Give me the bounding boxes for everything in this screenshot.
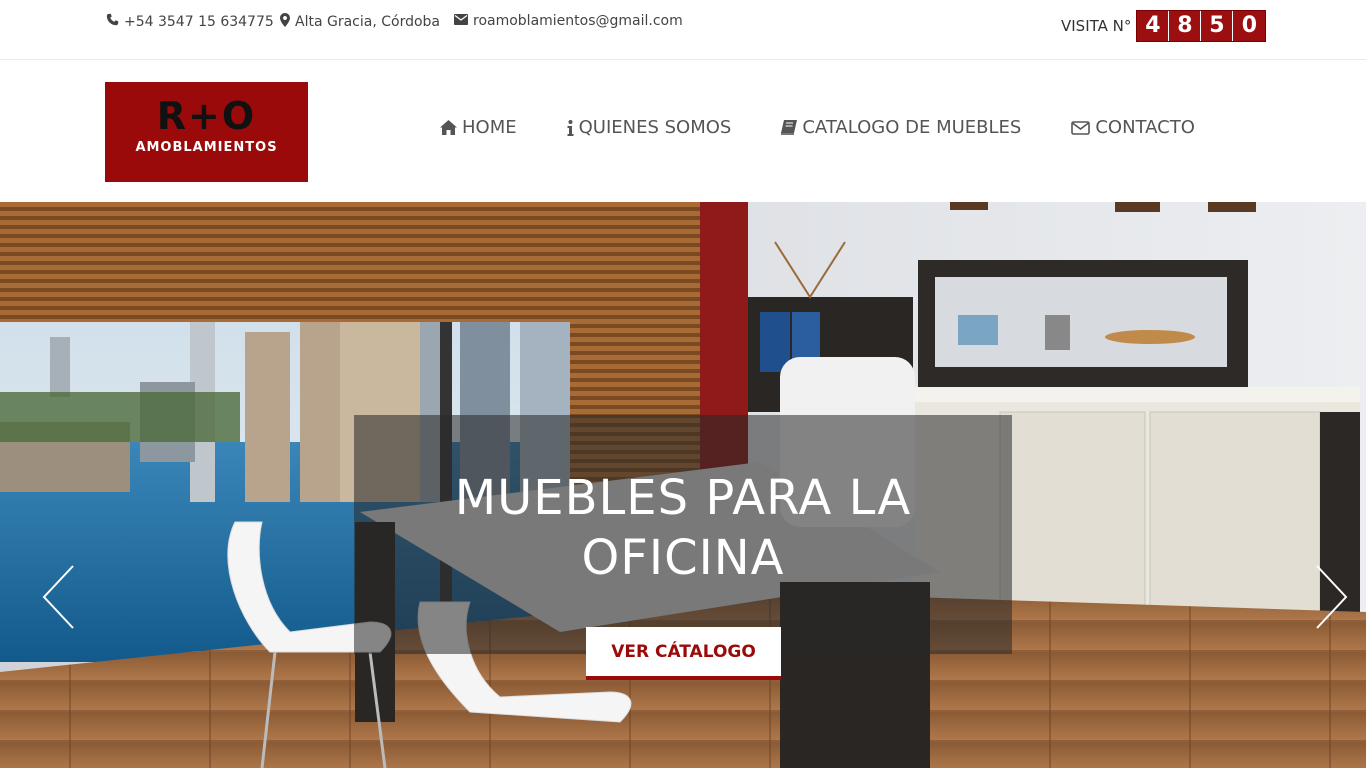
logo-main-text: R+O [156,94,257,138]
visit-label: VISITA N° [1061,17,1132,35]
visit-counter: VISITA N° 4 8 5 0 [1061,10,1267,42]
nav-label: QUIENES SOMOS [578,117,732,138]
chevron-left-icon [42,565,74,629]
visit-digit: 8 [1169,11,1202,41]
envelope-icon [1071,120,1091,135]
phone-icon [106,13,119,30]
home-icon [440,120,457,135]
nav-item-quienes-somos[interactable]: QUIENES SOMOS [567,117,732,138]
visit-digit: 4 [1137,11,1170,41]
top-bar: +54 3547 15 634775 Alta Gracia, Córdoba … [0,0,1366,60]
map-marker-icon [280,13,290,31]
nav-item-catalogo[interactable]: CATALOGO DE MUEBLES [781,117,1021,138]
location-text: Alta Gracia, Córdoba [295,14,441,30]
visit-digit: 5 [1201,11,1234,41]
nav-label: CONTACTO [1095,117,1195,138]
slider-next-arrow[interactable] [1312,562,1352,632]
chevron-right-icon [1316,565,1348,629]
slider-prev-arrow[interactable] [38,562,78,632]
hero-title: MUEBLES PARA LA OFICINA [454,470,912,586]
phone-contact[interactable]: +54 3547 15 634775 [106,13,274,30]
book-icon [781,120,798,135]
main-nav: HOME QUIENES SOMOS CATALOGO DE MUEBLES C… [440,117,1195,138]
logo-sub-text: AMOBLAMIENTOS [135,140,278,155]
site-header: R+O AMOBLAMIENTOS HOME QUIENES SOMOS CAT… [0,61,1366,202]
site-logo[interactable]: R+O AMOBLAMIENTOS [105,82,308,182]
ver-catalogo-button[interactable]: VER CÁTALOGO [586,627,781,680]
hero-slider: MUEBLES PARA LA OFICINA VER CÁTALOGO [0,202,1366,768]
nav-label: HOME [462,117,517,138]
nav-label: CATALOGO DE MUEBLES [802,117,1022,138]
phone-text: +54 3547 15 634775 [124,13,274,30]
location-contact: Alta Gracia, Córdoba [280,13,440,31]
nav-item-contacto[interactable]: CONTACTO [1071,117,1195,138]
info-icon [567,119,574,136]
nav-item-home[interactable]: HOME [440,117,517,138]
visit-digit: 0 [1233,11,1266,41]
email-contact[interactable]: roamoblamientos@gmail.com [454,13,683,29]
email-text: roamoblamientos@gmail.com [473,13,683,29]
envelope-icon [454,13,468,29]
visit-digits: 4 8 5 0 [1136,10,1267,42]
